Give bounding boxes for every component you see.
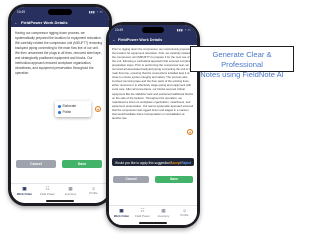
tab-profile[interactable]: ☺ Profile <box>174 206 195 217</box>
tab-profile[interactable]: ☺ Profile <box>82 184 105 195</box>
tab-field-power[interactable]: ☷ Field Power <box>36 184 59 196</box>
notes-text[interactable]: Prior to rigging down the compressor, we… <box>112 47 194 151</box>
feature-callout: Generate Clear & Professional Notes usin… <box>190 46 294 79</box>
menu-item-elaborate[interactable]: Elaborate <box>58 104 76 108</box>
cancel-button[interactable]: Cancel <box>113 176 149 183</box>
left-phone-screen: 10:49 ▮▮▮ ◔ ▭ ← FieldPower Work Details … <box>11 7 109 203</box>
page-title: FieldPower Work Details <box>118 38 163 42</box>
confirm-question: Would you like to apply this suggestion? <box>115 160 172 165</box>
ai-suggestion-menu: Elaborate Polish <box>55 101 91 117</box>
bottom-tab-bar: ▣ Work Order ☷ Field Power ▦ Inventory ☺… <box>109 205 197 225</box>
right-phone: 10:49 ▮▮▮ ◔ ▭ ← FieldPower Work Details … <box>106 22 200 228</box>
arrow-left-icon[interactable]: ← <box>14 20 18 25</box>
callout-line-2: Notes using FieldNote AI <box>200 69 284 79</box>
status-indicators: ▮▮▮ ◔ ▭ <box>176 28 191 32</box>
suggestion-confirm-bar: Would you like to apply this suggestion?… <box>112 158 194 166</box>
tab-field-power[interactable]: ☷ Field Power <box>132 206 153 218</box>
dynamic-island <box>142 27 164 33</box>
accept-button[interactable]: Accept <box>170 161 181 165</box>
status-time: 10:49 <box>17 10 25 14</box>
page-title: FieldPower Work Details <box>21 20 68 25</box>
home-indicator <box>139 222 167 224</box>
bottom-tab-bar: ▣ Work Order ☷ Field Power ▦ Inventory ☺… <box>11 183 109 203</box>
app-header: ← FieldPower Work Details <box>11 17 109 27</box>
callout-line-1: Generate Clear & Professional <box>212 49 272 69</box>
arrow-left-icon[interactable]: ← <box>112 38 116 42</box>
save-button[interactable]: Save <box>62 160 102 168</box>
notes-text[interactable]: Having our compressor rigging down proce… <box>15 31 103 89</box>
dynamic-island <box>48 9 72 15</box>
tab-work-order[interactable]: ▣ Work Order <box>13 184 36 196</box>
status-time: 10:49 <box>115 28 123 32</box>
save-button[interactable]: Save <box>155 176 193 183</box>
fieldnote-ai-icon[interactable]: ✦ <box>187 129 193 135</box>
cancel-button[interactable]: Cancel <box>16 160 56 168</box>
home-indicator <box>46 200 74 202</box>
menu-item-polish[interactable]: Polish <box>58 110 71 114</box>
fieldnote-ai-icon[interactable]: ✦ <box>95 106 101 112</box>
tab-work-order[interactable]: ▣ Work Order <box>111 206 132 218</box>
status-indicators: ▮▮▮ ◔ ▭ <box>88 10 103 14</box>
app-header: ← FieldPower Work Details <box>109 35 197 45</box>
reject-button[interactable]: Reject <box>181 161 191 165</box>
left-phone: 10:49 ▮▮▮ ◔ ▭ ← FieldPower Work Details … <box>8 4 112 206</box>
tab-inventory[interactable]: ▦ Inventory <box>153 206 174 218</box>
right-phone-screen: 10:49 ▮▮▮ ◔ ▭ ← FieldPower Work Details … <box>109 25 197 225</box>
tab-inventory[interactable]: ▦ Inventory <box>59 184 82 196</box>
